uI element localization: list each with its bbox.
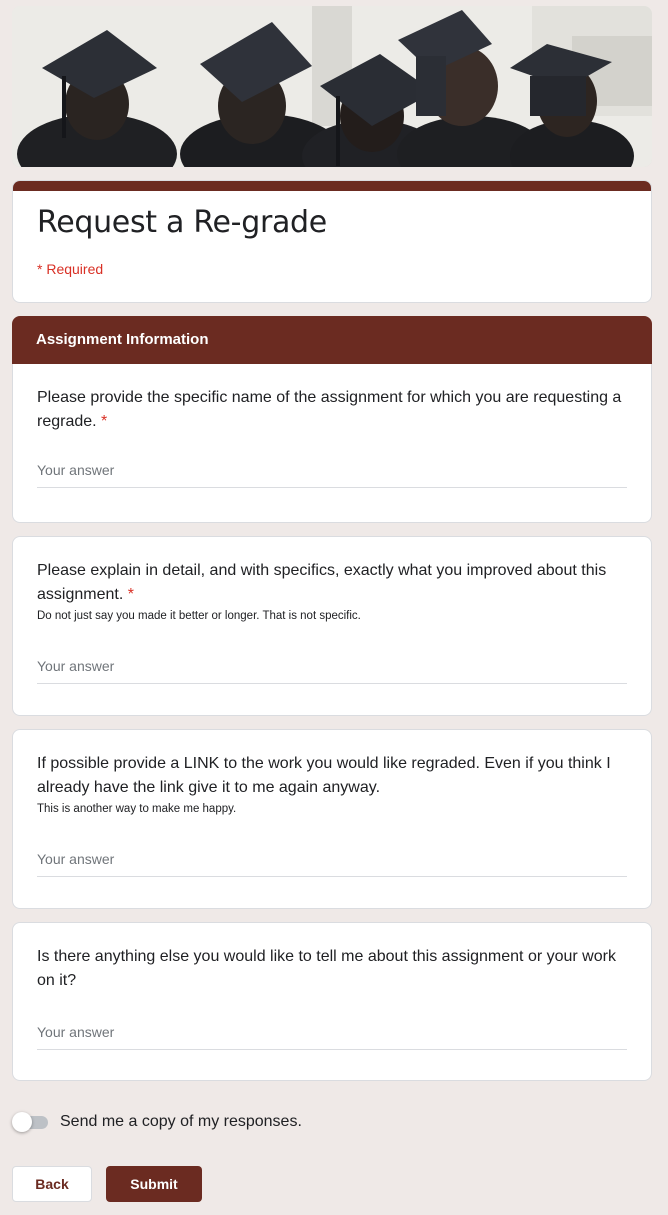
form-title: Request a Re-grade <box>37 205 327 240</box>
answer-underline <box>37 845 627 877</box>
question-description: This is another way to make me happy. <box>37 803 237 815</box>
send-copy-row: Send me a copy of my responses. <box>12 1111 302 1133</box>
submit-button[interactable]: Submit <box>106 1166 202 1202</box>
question-text: Is there anything else you would like to… <box>37 948 616 989</box>
answer-underline <box>37 456 627 488</box>
assignment-name-input[interactable] <box>37 456 627 484</box>
accent-bar <box>13 181 651 191</box>
question-text: Please provide the specific name of the … <box>37 389 622 430</box>
send-copy-label: Send me a copy of my responses. <box>60 1113 302 1130</box>
question-card-improvements: Please explain in detail, and with speci… <box>12 536 652 716</box>
header-banner-image <box>12 6 652 167</box>
send-copy-toggle[interactable] <box>12 1111 48 1133</box>
question-card-additional-comments: Is there anything else you would like to… <box>12 922 652 1081</box>
required-asterisk: * <box>101 413 108 430</box>
question-title: Is there anything else you would like to… <box>37 945 629 993</box>
link-input[interactable] <box>37 845 627 873</box>
additional-comments-input[interactable] <box>37 1018 627 1046</box>
graduates-illustration <box>12 6 652 167</box>
form-container: Request a Re-grade * Required Assignment… <box>12 6 652 1081</box>
question-title: If possible provide a LINK to the work y… <box>37 752 629 800</box>
required-asterisk: * <box>127 586 134 603</box>
question-card-link: If possible provide a LINK to the work y… <box>12 729 652 909</box>
question-card-assignment-name: Please provide the specific name of the … <box>12 364 652 523</box>
question-text: If possible provide a LINK to the work y… <box>37 755 611 796</box>
question-description: Do not just say you made it better or lo… <box>37 610 361 622</box>
answer-underline <box>37 1018 627 1050</box>
form-title-card: Request a Re-grade * Required <box>12 180 652 303</box>
answer-underline <box>37 652 627 684</box>
question-title: Please provide the specific name of the … <box>37 386 629 434</box>
toggle-knob <box>12 1112 32 1132</box>
back-button[interactable]: Back <box>12 1166 92 1202</box>
question-title: Please explain in detail, and with speci… <box>37 559 629 607</box>
required-note: * Required <box>37 261 104 277</box>
section-header: Assignment Information <box>12 316 652 364</box>
improvements-input[interactable] <box>37 652 627 680</box>
question-text: Please explain in detail, and with speci… <box>37 562 607 603</box>
